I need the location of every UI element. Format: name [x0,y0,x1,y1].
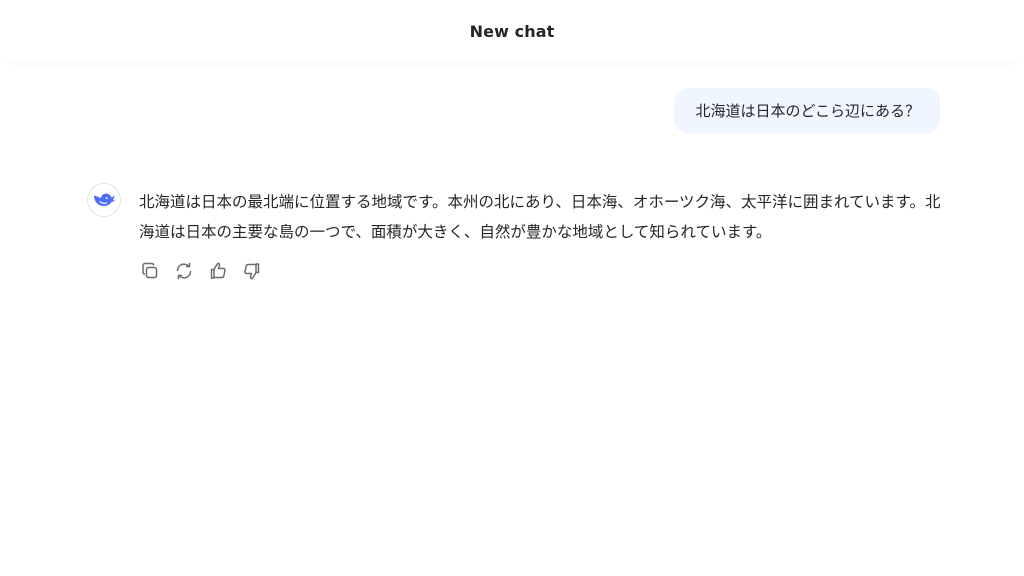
user-message-text: 北海道は日本のどこら辺にある？ [695,102,920,120]
assistant-message-text: 北海道は日本の最北端に位置する地域です。本州の北にあり、日本海、オホーツク海、太… [139,193,941,241]
message-actions [138,259,264,283]
regenerate-icon [176,262,192,280]
whale-logo-icon [94,193,115,206]
assistant-message: 北海道は日本の最北端に位置する地域です。本州の北にあり、日本海、オホーツク海、太… [139,187,944,247]
copy-icon [142,262,158,279]
chat-title: New chat [469,21,555,41]
thumbs-down-icon [244,263,260,280]
regenerate-button[interactable] [172,259,196,283]
chat-app: New chat 北海道は日本のどこら辺にある？ 北海道は日本の最北端に位置する… [0,0,1024,576]
top-bar: New chat [0,0,1024,62]
user-message-bubble: 北海道は日本のどこら辺にある？ [674,88,940,133]
thumbs-up-icon [210,262,226,279]
copy-button[interactable] [138,259,162,283]
dislike-button[interactable] [240,259,264,283]
like-button[interactable] [206,259,230,283]
assistant-avatar [87,183,121,217]
